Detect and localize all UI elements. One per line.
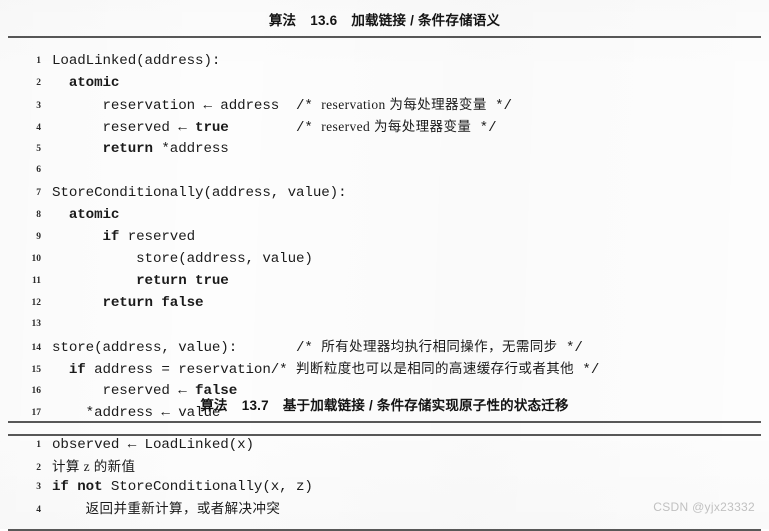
algorithm-title-13-6: 算法 13.6 加载链接 / 条件存储语义 xyxy=(0,0,769,36)
line-number: 1 xyxy=(36,56,41,66)
code-line: 2 计算 z 的新值 xyxy=(0,456,769,477)
line-number: 3 xyxy=(36,101,41,111)
comment-text: 判断粒度也可以是相同的高速缓存行或者其他 xyxy=(296,361,575,376)
line-number: 12 xyxy=(31,298,42,308)
line-number: 11 xyxy=(32,276,41,286)
code-line: 9 if reserved xyxy=(0,226,769,248)
code-line: 4 reserved ← true /* reserved 为每处理器变量 */ xyxy=(0,116,769,138)
code-text: atomic xyxy=(68,207,120,223)
code-line: 7 StoreConditionally(address, value): xyxy=(0,182,769,204)
code-text: 返回并重新计算，或者解决冲突 xyxy=(85,501,281,516)
line-number: 10 xyxy=(31,254,42,264)
line-number: 4 xyxy=(36,505,41,515)
code-text: 计算 z 的新值 xyxy=(52,459,136,474)
code-line: 3 reservation ← address /* reservation 为… xyxy=(0,94,769,116)
comment-text: 所有处理器均执行相同操作，无需同步 xyxy=(321,339,558,354)
line-number: 2 xyxy=(36,463,41,473)
line-number: 13 xyxy=(31,319,42,329)
code-line: 11 return true xyxy=(0,270,769,292)
algorithm-title-text: 加载链接 / 条件存储语义 xyxy=(351,13,501,28)
code-text: LoadLinked(address): xyxy=(52,53,221,69)
code-line: 8 atomic xyxy=(0,204,769,226)
code-text: reserved ← true /* reserved 为每处理器变量 */ xyxy=(52,119,497,136)
line-number: 14 xyxy=(31,343,42,353)
code-text: return *address xyxy=(102,141,229,157)
algorithm-number: 13.7 xyxy=(241,398,269,413)
algorithm-block-13-6: 算法 13.6 加载链接 / 条件存储语义 1 LoadLinked(address… xyxy=(0,0,769,436)
scanned-page: 算法 13.6 加载链接 / 条件存储语义 1 LoadLinked(address… xyxy=(0,0,769,531)
code-text: store(address, value) xyxy=(52,251,313,267)
code-line: 1 LoadLinked(address): xyxy=(0,50,769,72)
line-number: 5 xyxy=(36,144,41,154)
code-line: 14 store(address, value): /* 所有处理器均执行相同操… xyxy=(0,336,769,358)
code-line-blank: 13 xyxy=(0,314,769,336)
code-text: return true xyxy=(136,273,229,289)
code-text: if not StoreConditionally(x, z) xyxy=(52,479,313,495)
algorithm-title-prefix: 算法 xyxy=(268,13,297,28)
line-number: 15 xyxy=(31,365,42,375)
code-text: return false xyxy=(102,295,204,311)
algorithm-title-text: 基于加载链接 / 条件存储实现原子性的状态迁移 xyxy=(282,398,569,413)
algorithm-number: 13.6 xyxy=(310,13,338,28)
algorithm-title-prefix: 算法 xyxy=(200,398,228,413)
code-text: if address = reservation/* 判断粒度也可以是相同的高速… xyxy=(68,361,600,378)
line-number: 7 xyxy=(36,188,41,198)
code-line-blank: 6 xyxy=(0,160,769,182)
code-text: store(address, value): /* 所有处理器均执行相同操作，无… xyxy=(52,339,583,356)
line-number: 9 xyxy=(36,232,41,242)
algorithm-title-13-7: 算法 13.7 基于加载链接 / 条件存储实现原子性的状态迁移 xyxy=(0,385,769,421)
code-text: reservation ← address /* reservation 为每处… xyxy=(52,97,512,114)
code-line: 3 if not StoreConditionally(x, z) xyxy=(0,477,769,498)
line-number: 4 xyxy=(36,123,41,133)
code-text: atomic xyxy=(68,75,120,91)
line-number: 3 xyxy=(36,482,41,492)
line-number: 6 xyxy=(36,165,41,175)
line-number: 8 xyxy=(36,210,41,220)
comment-text: reservation 为每处理器变量 xyxy=(321,97,487,112)
code-line: 15 if address = reservation/* 判断粒度也可以是相同… xyxy=(0,358,769,380)
code-line: 5 return *address xyxy=(0,138,769,160)
code-line: 10 store(address, value) xyxy=(0,248,769,270)
code-text: observed ← LoadLinked(x) xyxy=(52,437,254,453)
line-number: 1 xyxy=(36,440,41,450)
code-text: if reserved xyxy=(102,229,196,245)
code-line: 2 atomic xyxy=(0,72,769,94)
comment-text: reserved 为每处理器变量 xyxy=(321,119,472,134)
code-text: StoreConditionally(address, value): xyxy=(52,185,347,201)
code-listing-13-6: 1 LoadLinked(address): 2 atomic 3 reserv… xyxy=(0,38,769,434)
code-line: 1 observed ← LoadLinked(x) xyxy=(0,435,769,456)
csdn-watermark: CSDN @yjx23332 xyxy=(653,500,755,514)
line-number: 2 xyxy=(36,78,41,88)
code-line: 12 return false xyxy=(0,292,769,314)
